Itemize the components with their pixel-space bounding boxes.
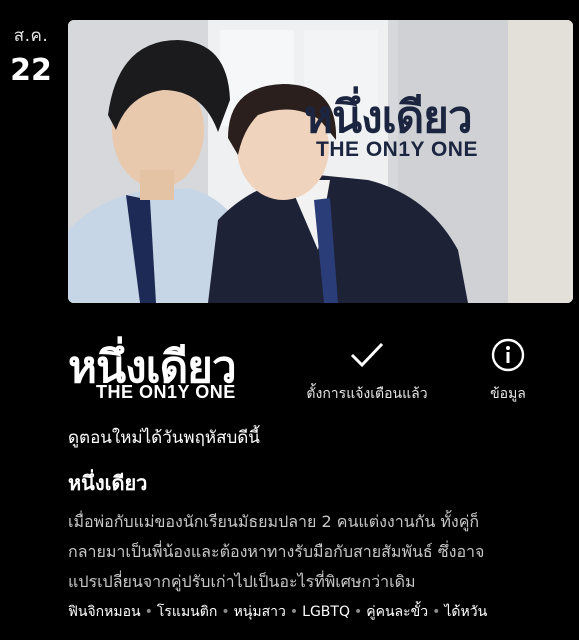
- poster-title-english: THE ON1Y ONE: [316, 138, 478, 161]
- info-button[interactable]: ข้อมูล: [470, 336, 546, 405]
- reminder-label: ตั้งการแจ้งเตือนแล้ว: [306, 386, 428, 402]
- show-title: หนึ่งเดียว: [68, 471, 148, 495]
- synopsis-line: กลายมาเป็นพี่น้องและต้องหาทางรับมือกับสา…: [68, 542, 485, 561]
- separator-dot: •: [353, 604, 363, 620]
- synopsis-line: แปรเปลี่ยนจากคู่ปรับเก่าไปเป็นอะไรที่พิเ…: [68, 572, 416, 591]
- genre-tag: โรแมนติก: [156, 604, 218, 620]
- genre-tag: ได้หวัน: [444, 604, 488, 620]
- release-month: ส.ค.: [13, 26, 49, 46]
- synopsis-line: เมื่อพ่อกับแม่ของนักเรียนมัธยมปลาย 2 คนแ…: [68, 512, 480, 531]
- show-logo-english: THE ON1Y ONE: [96, 382, 236, 402]
- separator-dot: •: [289, 604, 299, 620]
- genre-tag: LGBTQ: [302, 604, 350, 620]
- reminder-set-button[interactable]: ตั้งการแจ้งเตือนแล้ว: [296, 336, 438, 405]
- checkmark-icon: [296, 336, 438, 374]
- genre-tag: คู่คนละขั้ว: [366, 604, 429, 620]
- genre-tag: ฟินจิกหมอน: [68, 604, 141, 620]
- separator-dot: •: [432, 604, 441, 620]
- genre-tags: ฟินจิกหมอน • โรแมนติก • หนุ่มสาว • LGBTQ • คู่คน…: [68, 601, 573, 623]
- new-episode-tagline: ดูตอนใหม่ได้วันพฤหัสบดีนี้: [68, 428, 260, 448]
- info-icon: [470, 336, 546, 374]
- synopsis: เมื่อพ่อกับแม่ของนักเรียนมัธยมปลาย 2 คนแ…: [68, 507, 568, 597]
- separator-dot: •: [221, 604, 230, 620]
- show-poster[interactable]: หนึ่งเดียว THE ON1Y ONE: [68, 20, 573, 303]
- release-day: 22: [10, 53, 52, 88]
- release-date: ส.ค. 22: [0, 22, 62, 88]
- genre-tag: หนุ่มสาว: [233, 604, 286, 620]
- info-label: ข้อมูล: [490, 386, 526, 402]
- separator-dot: •: [144, 604, 153, 620]
